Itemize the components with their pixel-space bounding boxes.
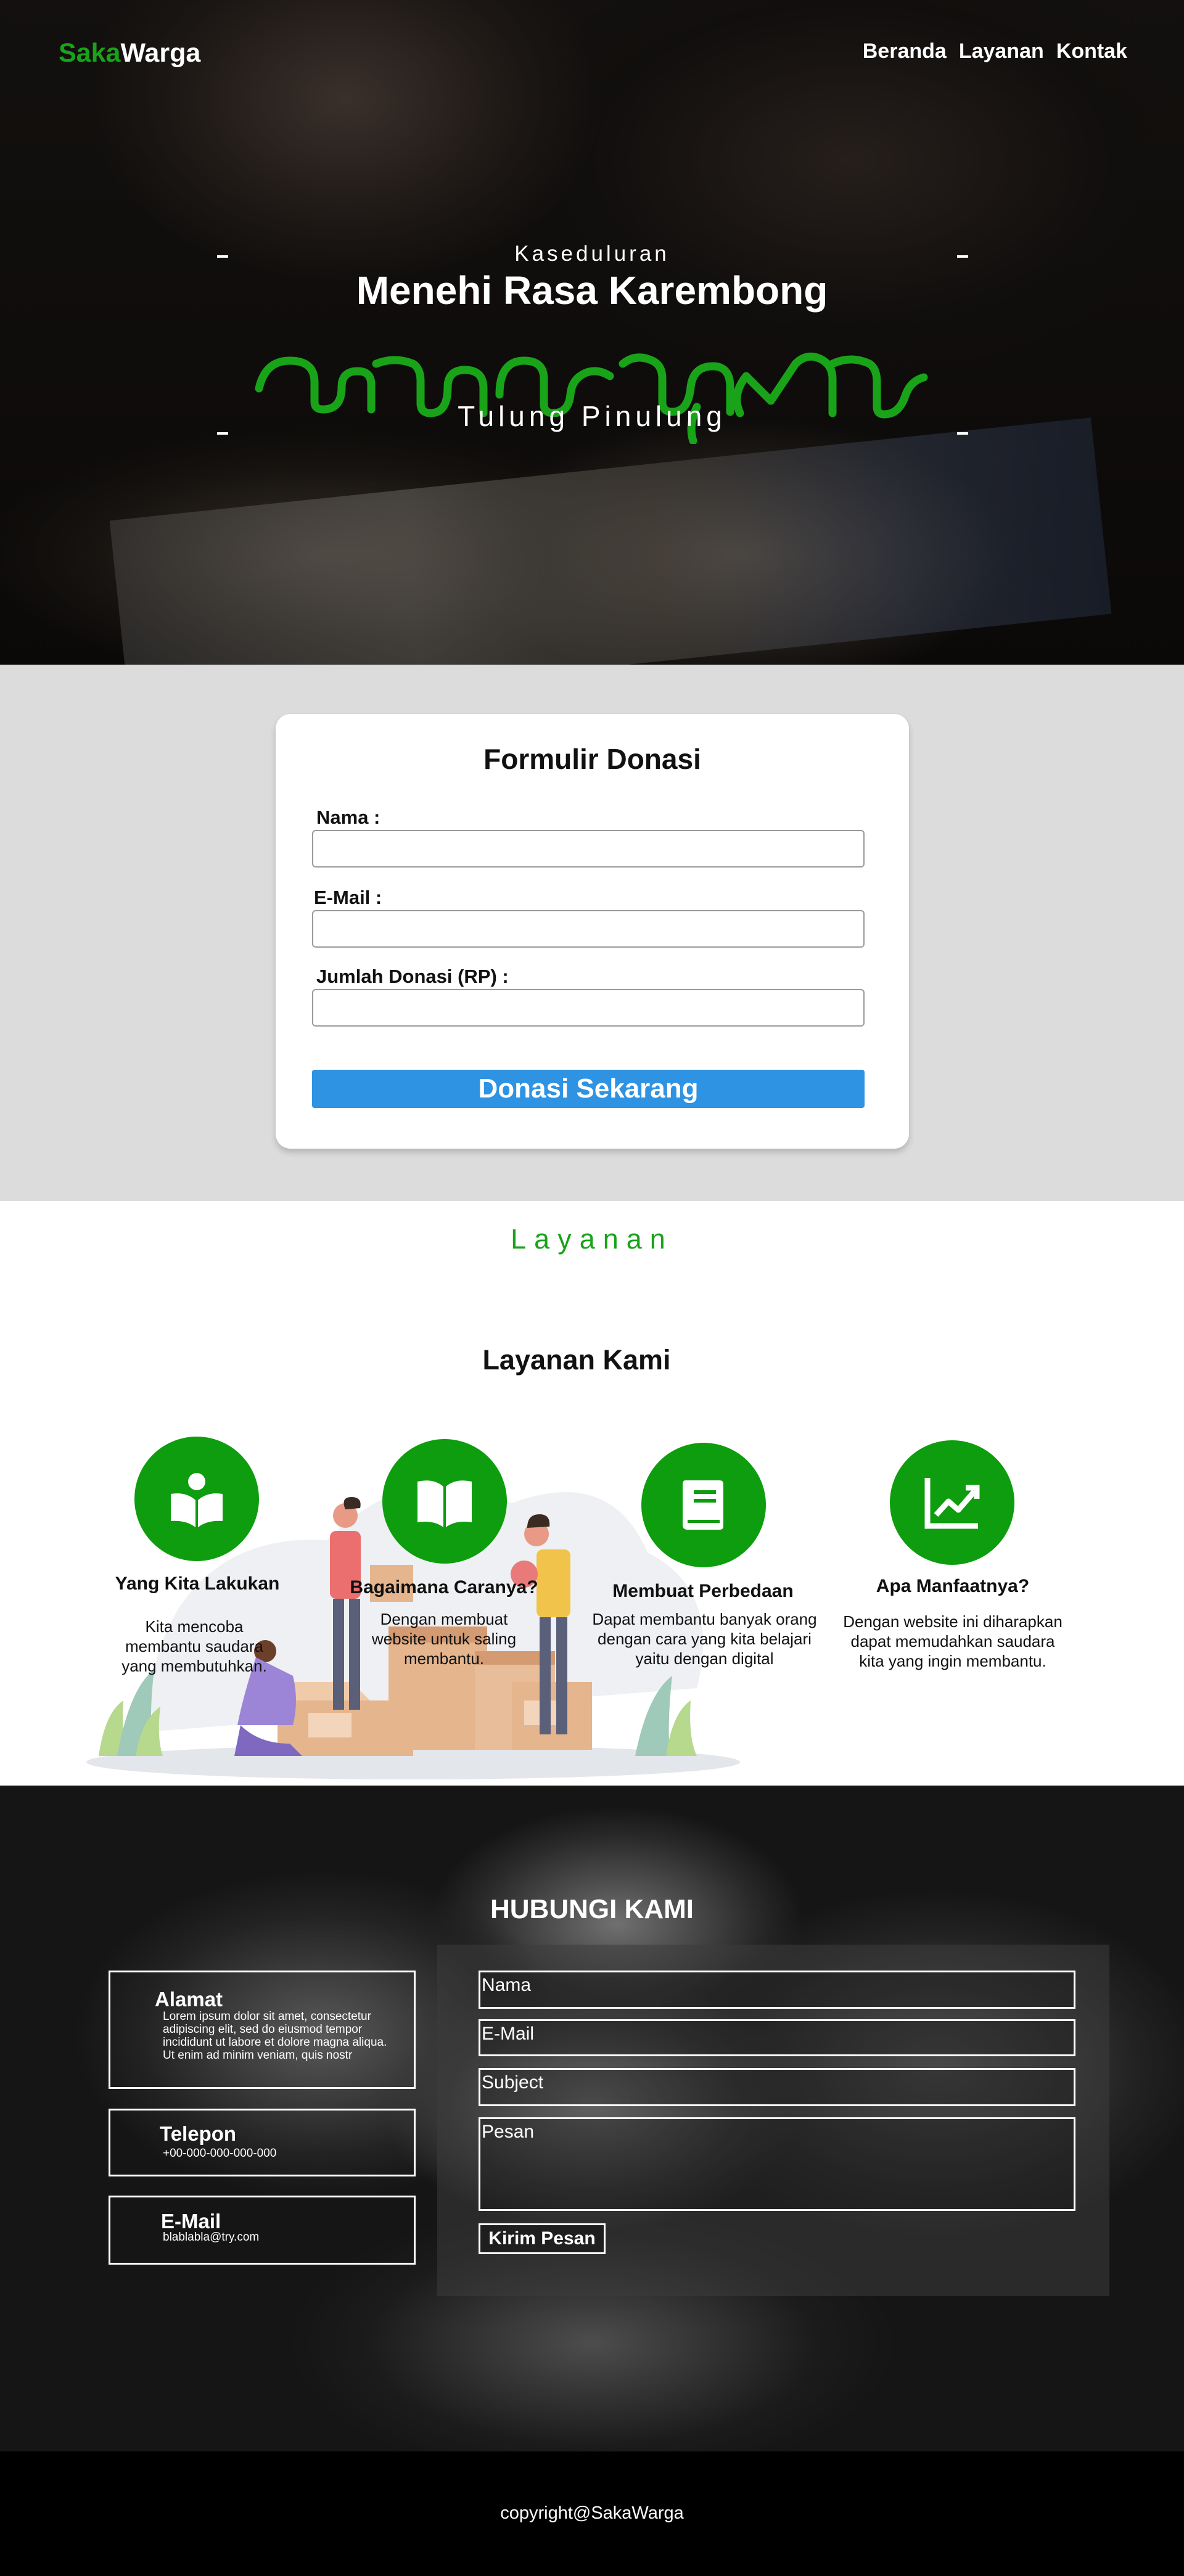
service-desc-4: Dengan website ini diharapkan dapat memu… bbox=[843, 1612, 1063, 1670]
contact-email-input[interactable]: E-Mail bbox=[479, 2019, 1075, 2056]
service-title-1: Yang Kita Lakukan bbox=[115, 1573, 280, 1594]
service-icon-circle-2 bbox=[382, 1439, 507, 1564]
service-title-4: Apa Manfaatnya? bbox=[876, 1576, 1030, 1596]
hero-subtitle: Kaseduluran bbox=[514, 242, 670, 266]
contact-message-textarea[interactable]: Pesan bbox=[479, 2117, 1075, 2211]
open-book-icon bbox=[417, 1480, 472, 1527]
closed-book-icon bbox=[683, 1480, 723, 1530]
phone-text: +00-000-000-000-000 bbox=[163, 2147, 277, 2160]
hero-title: Menehi Rasa Karembong bbox=[356, 268, 828, 313]
donation-form-title: Formulir Donasi bbox=[483, 743, 701, 775]
services-heading: Layanan bbox=[511, 1223, 673, 1255]
name-label: Nama : bbox=[316, 806, 380, 828]
book-reader-icon bbox=[171, 1473, 223, 1527]
service-title-2: Bagaimana Caranya? bbox=[350, 1577, 538, 1598]
send-message-button[interactable]: Kirim Pesan bbox=[479, 2223, 606, 2254]
contact-title: HUBUNGI KAMI bbox=[490, 1894, 694, 1924]
donation-amount-label: Jumlah Donasi (RP) : bbox=[316, 966, 509, 987]
email-title: E-Mail bbox=[161, 2210, 221, 2233]
contact-name-input[interactable]: Nama bbox=[479, 1971, 1075, 2009]
main-nav: Beranda Layanan Kontak bbox=[863, 39, 1127, 64]
service-icon-circle-3 bbox=[641, 1443, 766, 1567]
chart-up-icon bbox=[924, 1478, 980, 1529]
nav-item-layanan[interactable]: Layanan bbox=[959, 39, 1044, 64]
email-text: blablabla@try.com bbox=[163, 2231, 260, 2244]
address-text: Lorem ipsum dolor sit amet, consectetur … bbox=[163, 2010, 387, 2062]
contact-subject-input[interactable]: Subject bbox=[479, 2068, 1075, 2106]
email-input[interactable] bbox=[312, 910, 865, 948]
address-title: Alamat bbox=[155, 1988, 223, 2011]
donation-amount-input[interactable] bbox=[312, 989, 865, 1027]
service-title-3: Membuat Perbedaan bbox=[612, 1581, 794, 1601]
brand-logo[interactable]: SakaWarga bbox=[59, 38, 200, 68]
nav-item-beranda[interactable]: Beranda bbox=[863, 39, 947, 64]
copyright-text: copyright@SakaWarga bbox=[500, 2503, 684, 2523]
service-desc-3: Dapat membantu banyak orang dengan cara … bbox=[592, 1610, 817, 1668]
phone-title: Telepon bbox=[160, 2122, 237, 2145]
phone-box bbox=[109, 2109, 416, 2176]
donation-form-card: Formulir Donasi Nama : E-Mail : Jumlah D… bbox=[276, 714, 909, 1149]
service-desc-1: Kita mencoba membantu saudara yang membu… bbox=[121, 1617, 267, 1675]
service-desc-2: Dengan membuat website untuk saling memb… bbox=[371, 1610, 517, 1668]
hero-tagline: Tulung Pinulung bbox=[458, 400, 726, 432]
name-input[interactable] bbox=[312, 830, 865, 868]
service-icon-circle-4 bbox=[890, 1440, 1014, 1565]
service-icon-circle-1 bbox=[134, 1437, 259, 1561]
donate-now-button[interactable]: Donasi Sekarang bbox=[312, 1070, 865, 1108]
nav-item-kontak[interactable]: Kontak bbox=[1056, 39, 1127, 64]
email-label: E-Mail : bbox=[314, 887, 382, 908]
email-box bbox=[109, 2196, 416, 2265]
services-title: Layanan Kami bbox=[482, 1344, 671, 1376]
